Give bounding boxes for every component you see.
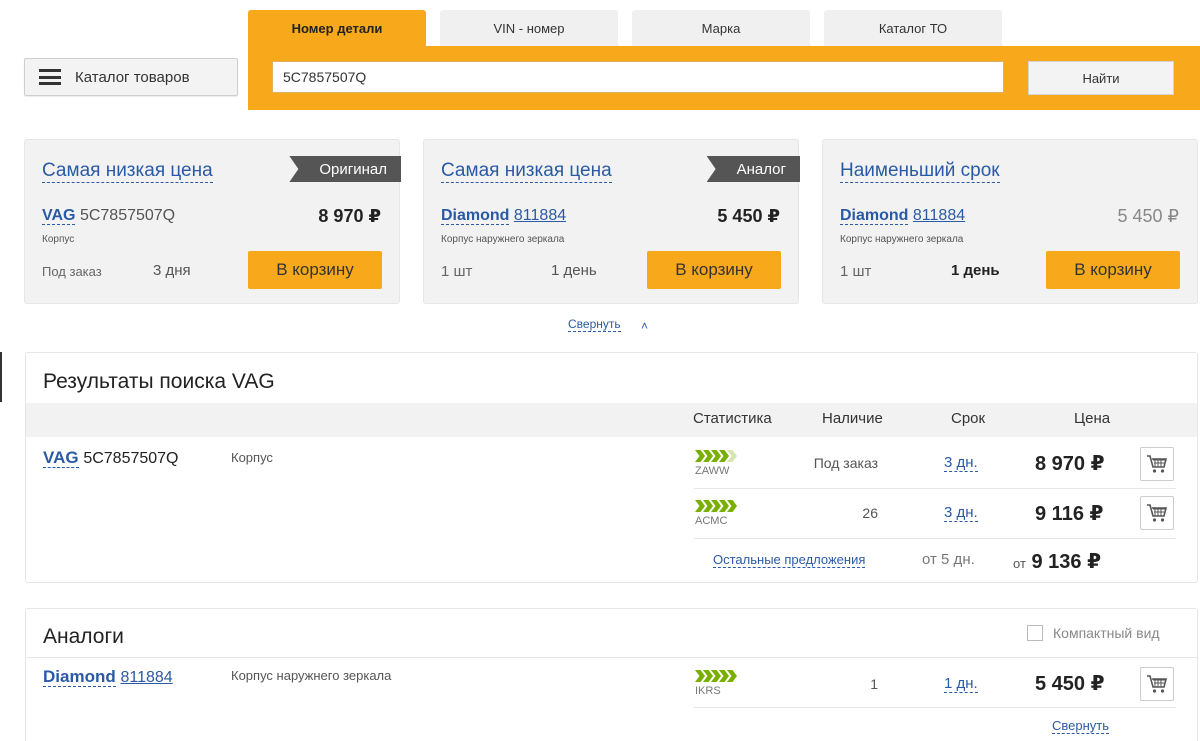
result-term-link[interactable]: 3 дн.: [944, 505, 978, 522]
offer-term: 1 день: [551, 262, 597, 279]
analog-term-link[interactable]: 1 дн.: [944, 676, 978, 693]
supplier-stat[interactable]: ACMC: [695, 500, 755, 527]
column-availability: Наличие: [822, 410, 883, 427]
offer-term: 1 день: [951, 262, 1000, 279]
offer-brand-link[interactable]: Diamond: [840, 207, 909, 225]
row-divider: [694, 538, 1176, 539]
add-to-cart-button[interactable]: В корзину: [248, 251, 382, 289]
add-to-cart-button[interactable]: В корзину: [647, 251, 781, 289]
result-part-number: 5C7857507Q: [83, 450, 179, 467]
offer-card-original: Самая низкая цена Оригинал VAG 5C7857507…: [24, 139, 401, 304]
collapse-offers-link[interactable]: Свернуть: [568, 317, 621, 332]
offer-description: Корпус наружнего зеркала: [840, 234, 964, 245]
results-table-header: [26, 403, 1197, 437]
offer-card-analog: Самая низкая цена Аналог Diamond 811884 …: [423, 139, 800, 304]
offer-term: 3 дня: [153, 262, 191, 279]
supplier-stat[interactable]: ZAWW: [695, 450, 755, 477]
offer-price: 5 450 ₽: [1117, 206, 1180, 226]
cart-icon: [1147, 504, 1168, 522]
price-prefix: от: [1013, 556, 1026, 571]
offer-price: 8 970 ₽: [318, 206, 381, 226]
compact-view-label: Компактный вид: [1053, 625, 1160, 641]
rating-arrows-icon: [695, 450, 755, 464]
column-price: Цена: [1074, 410, 1111, 427]
collapse-analogs-link[interactable]: Свернуть: [1052, 718, 1110, 734]
offer-part-number: 5C7857507Q: [79, 207, 176, 224]
offer-card-fastest: Наименьший срок Diamond 811884 Корпус на…: [822, 139, 1198, 304]
offer-description: Корпус: [42, 234, 75, 245]
catalog-button-label: Каталог товаров: [75, 68, 190, 86]
analog-availability: 1: [870, 676, 878, 692]
offer-price: 5 450 ₽: [717, 206, 780, 226]
result-term-link[interactable]: 3 дн.: [944, 455, 978, 472]
offer-brand-link[interactable]: VAG: [42, 207, 76, 225]
supplier-code: IKRS: [695, 685, 721, 697]
tab-part-number[interactable]: Номер детали: [248, 10, 426, 46]
result-part: VAG 5C7857507Q: [43, 448, 179, 468]
search-tabs: Номер детали VIN - номер Марка Каталог Т…: [248, 10, 1016, 46]
result-availability: 26: [862, 505, 878, 521]
column-statistics: Статистика: [693, 410, 772, 427]
search-input[interactable]: [272, 61, 1004, 93]
offer-card-title[interactable]: Самая низкая цена: [441, 160, 612, 183]
result-brand-link[interactable]: VAG: [43, 448, 79, 468]
offer-part: Diamond 811884: [840, 207, 965, 225]
offer-type-badge: Оригинал: [289, 156, 401, 182]
analog-part: Diamond 811884: [43, 667, 173, 687]
column-term: Срок: [951, 410, 986, 427]
tab-maintenance-catalog[interactable]: Каталог ТО: [824, 10, 1002, 46]
scroll-indicator: [0, 352, 2, 402]
analog-description: Корпус наружнего зеркала: [231, 668, 392, 683]
tab-vin[interactable]: VIN - номер: [440, 10, 618, 46]
offer-part-number-link[interactable]: 811884: [514, 207, 566, 224]
offer-availability: 1 шт: [840, 263, 872, 280]
result-price: 9 116 ₽: [1035, 503, 1104, 525]
other-offers-price-value: 9 136 ₽: [1031, 551, 1101, 573]
tab-brand[interactable]: Марка: [632, 10, 810, 46]
search-bar: Найти: [248, 46, 1200, 110]
supplier-stat[interactable]: IKRS: [695, 670, 755, 697]
add-to-cart-button[interactable]: [1140, 496, 1174, 530]
offer-card-title[interactable]: Наименьший срок: [840, 160, 1000, 183]
menu-icon: [39, 69, 61, 85]
result-price: 8 970 ₽: [1035, 453, 1105, 475]
offer-availability: Под заказ: [42, 264, 102, 279]
rating-arrows-icon: [695, 500, 755, 514]
analogs-title: Аналоги: [43, 625, 124, 648]
add-to-cart-button[interactable]: [1140, 667, 1174, 701]
analog-brand-link[interactable]: Diamond: [43, 667, 116, 687]
result-availability: Под заказ: [813, 455, 878, 471]
cart-icon: [1147, 455, 1168, 473]
cart-icon: [1147, 675, 1168, 693]
compact-view-checkbox[interactable]: [1027, 625, 1043, 641]
catalog-button[interactable]: Каталог товаров: [24, 58, 238, 96]
chevron-up-icon[interactable]: ˄: [641, 319, 648, 333]
offer-type-badge: Аналог: [706, 156, 800, 182]
compact-view-toggle[interactable]: Компактный вид: [1027, 625, 1160, 641]
add-to-cart-button[interactable]: В корзину: [1046, 251, 1180, 289]
offer-brand-link[interactable]: Diamond: [441, 207, 510, 225]
rating-arrows-icon: [695, 670, 755, 684]
supplier-code: ACMC: [695, 515, 728, 527]
row-divider: [694, 488, 1176, 489]
other-offers-term: от 5 дн.: [922, 551, 975, 568]
search-button[interactable]: Найти: [1028, 61, 1174, 95]
other-offers-price: от 9 136 ₽: [1013, 549, 1101, 574]
search-results-title: Результаты поиска VAG: [43, 370, 275, 393]
offer-availability: 1 шт: [441, 263, 473, 280]
analogs-panel: [25, 608, 1198, 741]
offer-part: VAG 5C7857507Q: [42, 207, 175, 225]
analogs-divider: [26, 657, 1197, 658]
analog-part-number-link[interactable]: 811884: [120, 669, 172, 686]
supplier-code: ZAWW: [695, 465, 730, 477]
offer-part: Diamond 811884: [441, 207, 566, 225]
offer-part-number-link[interactable]: 811884: [913, 207, 965, 224]
row-divider: [694, 707, 1176, 708]
analog-price: 5 450 ₽: [1035, 673, 1105, 695]
offer-card-title[interactable]: Самая низкая цена: [42, 160, 213, 183]
result-description: Корпус: [231, 450, 273, 465]
other-offers-link[interactable]: Остальные предложения: [713, 552, 866, 568]
add-to-cart-button[interactable]: [1140, 447, 1174, 481]
offer-description: Корпус наружнего зеркала: [441, 234, 565, 245]
